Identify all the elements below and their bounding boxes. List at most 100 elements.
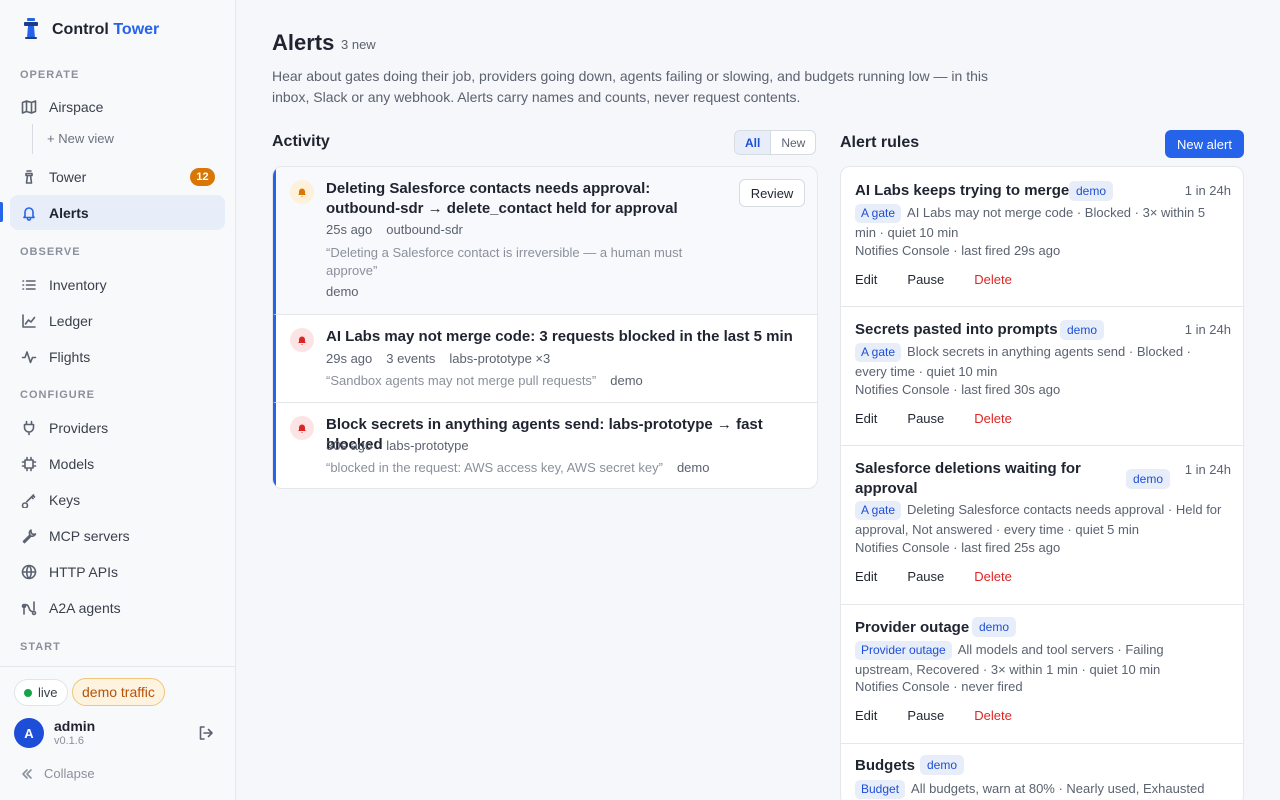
- section-configure: CONFIGURE: [20, 389, 95, 401]
- activity-title: Deleting Salesforce contacts needs appro…: [326, 180, 678, 217]
- rule-frequency: 1 in 24h: [1184, 322, 1231, 337]
- rule-description: A gate AI Labs may not merge code · Block…: [855, 203, 1225, 243]
- bell-icon: [290, 328, 314, 352]
- sidebar-item-http-apis[interactable]: HTTP APIs: [10, 554, 225, 589]
- rule-name: AI Labs keeps trying to merge: [855, 182, 1070, 199]
- avatar[interactable]: A: [14, 718, 44, 748]
- collapse-label: Collapse: [44, 766, 95, 781]
- rule-notify: Notifies Console · last fired 29s ago: [855, 243, 1061, 258]
- rule-frequency: 1 in 24h: [1184, 183, 1231, 198]
- sidebar-item-models[interactable]: Models: [10, 446, 225, 481]
- sidebar-item-flights[interactable]: Flights: [10, 339, 225, 374]
- section-operate: OPERATE: [20, 69, 80, 81]
- key-icon: [21, 493, 36, 508]
- rule-description: A gate Deleting Salesforce contacts needs…: [855, 500, 1225, 540]
- delete-button[interactable]: Delete: [974, 411, 1012, 426]
- filter-all[interactable]: All: [735, 131, 772, 154]
- activity-meta: 25s ago outbound-sdr: [326, 222, 463, 237]
- review-button[interactable]: Review: [739, 179, 805, 207]
- kind-tag: Budget: [855, 780, 906, 799]
- rule-notify: Notifies Console · never fired: [855, 679, 1023, 694]
- pause-button[interactable]: Pause: [907, 411, 944, 426]
- activity-meta: 30s ago labs-prototype: [326, 438, 469, 453]
- edit-button[interactable]: Edit: [855, 411, 877, 426]
- alert-rule: AI Labs keeps trying to merge demo 1 in …: [841, 167, 1243, 307]
- new-view-link[interactable]: + New view: [47, 131, 114, 146]
- sidebar-item-ledger[interactable]: Ledger: [10, 303, 225, 338]
- edit-button[interactable]: Edit: [855, 272, 877, 287]
- edit-button[interactable]: Edit: [855, 708, 877, 723]
- sidebar-item-label: Keys: [49, 491, 81, 508]
- demo-tag: demo: [1126, 469, 1171, 489]
- sidebar-item-label: HTTP APIs: [49, 563, 118, 580]
- route-icon: [21, 600, 37, 615]
- rule-name: Budgets: [855, 757, 915, 774]
- rule-description: Budget All budgets, warn at 80% · Nearly …: [855, 779, 1225, 799]
- logout-button[interactable]: [197, 724, 215, 742]
- edit-button[interactable]: Edit: [855, 569, 877, 584]
- rule-description-text: Deleting Salesforce contacts needs appro…: [855, 502, 1222, 537]
- rule-description-text: Block secrets in anything agents send · …: [855, 344, 1192, 379]
- demo-traffic-badge[interactable]: demo traffic: [72, 678, 165, 706]
- live-label: live: [38, 685, 58, 700]
- sidebar-item-mcp-servers[interactable]: MCP servers: [10, 518, 225, 553]
- sidebar-item-label: Ledger: [49, 312, 93, 329]
- activity-meta-item: outbound-sdr: [386, 222, 463, 237]
- tower-logo-icon: [20, 16, 42, 45]
- list-icon: [22, 279, 36, 290]
- sidebar-item-keys[interactable]: Keys: [10, 482, 225, 517]
- bell-icon: [290, 416, 314, 440]
- sidebar-item-a2a-agents[interactable]: A2A agents: [10, 590, 225, 625]
- activity-item[interactable]: Deleting Salesforce contacts needs appro…: [273, 167, 817, 315]
- section-start: START: [20, 641, 61, 653]
- new-alert-button[interactable]: New alert: [1165, 130, 1244, 158]
- activity-time: 30s ago: [326, 438, 373, 453]
- sidebar-item-airspace[interactable]: Airspace: [10, 89, 225, 124]
- brand[interactable]: Control Tower: [20, 16, 159, 44]
- activity-item[interactable]: Block secrets in anything agents send: l…: [273, 402, 817, 488]
- line-chart-icon: [22, 313, 36, 328]
- sidebar-item-alerts[interactable]: Alerts: [10, 195, 225, 230]
- pause-button[interactable]: Pause: [907, 272, 944, 287]
- page-description: Hear about gates doing their job, provid…: [272, 68, 988, 105]
- sidebar-item-inventory[interactable]: Inventory: [10, 267, 225, 302]
- activity-list: Deleting Salesforce contacts needs appro…: [272, 166, 818, 489]
- map-icon: [21, 99, 37, 114]
- activity-filter: All New: [734, 130, 817, 155]
- delete-button[interactable]: Delete: [974, 708, 1012, 723]
- sidebar-item-label: Providers: [49, 419, 109, 436]
- sidebar-item-label: Flights: [49, 348, 91, 365]
- collapse-button[interactable]: Collapse: [20, 766, 95, 781]
- sidebar-item-tower[interactable]: Tower 12: [10, 159, 225, 194]
- sidebar-item-label: Models: [49, 455, 95, 472]
- alert-rule: Provider outage demo Provider outage All …: [841, 605, 1243, 744]
- sidebar-divider: [0, 666, 235, 667]
- user-name: admin: [54, 718, 96, 734]
- alert-rule: Secrets pasted into prompts demo 1 in 24…: [841, 307, 1243, 446]
- sidebar-item-label: Airspace: [49, 98, 104, 115]
- activity-item[interactable]: AI Labs may not merge code: 3 requests b…: [273, 314, 817, 403]
- pause-button[interactable]: Pause: [907, 569, 944, 584]
- activity-time: 29s ago: [326, 351, 373, 366]
- alert-rules-heading: Alert rules: [840, 134, 920, 151]
- section-observe: OBSERVE: [20, 246, 81, 258]
- activity-meta-item: labs-prototype: [386, 438, 469, 453]
- chip-icon: [21, 456, 37, 471]
- chevrons-left-icon: [22, 768, 32, 779]
- app-version: v0.1.6: [54, 735, 84, 747]
- rule-actions: Edit Pause Delete: [855, 411, 1042, 426]
- kind-tag: A gate: [855, 343, 902, 362]
- kind-tag: A gate: [855, 501, 902, 520]
- brand-name: Control Tower: [52, 21, 160, 38]
- rule-actions: Edit Pause Delete: [855, 708, 1042, 723]
- delete-button[interactable]: Delete: [974, 569, 1012, 584]
- activity-quote-text: “Sandbox agents may not merge pull reque…: [326, 373, 597, 388]
- activity-tag: demo: [610, 373, 643, 388]
- activity-quote: “Deleting a Salesforce contact is irreve…: [326, 245, 683, 278]
- delete-button[interactable]: Delete: [974, 272, 1012, 287]
- activity-meta-item: labs-prototype ×3: [449, 351, 551, 366]
- sidebar-item-providers[interactable]: Providers: [10, 410, 225, 445]
- globe-icon: [21, 564, 37, 579]
- pause-button[interactable]: Pause: [907, 708, 944, 723]
- filter-new[interactable]: New: [771, 131, 815, 154]
